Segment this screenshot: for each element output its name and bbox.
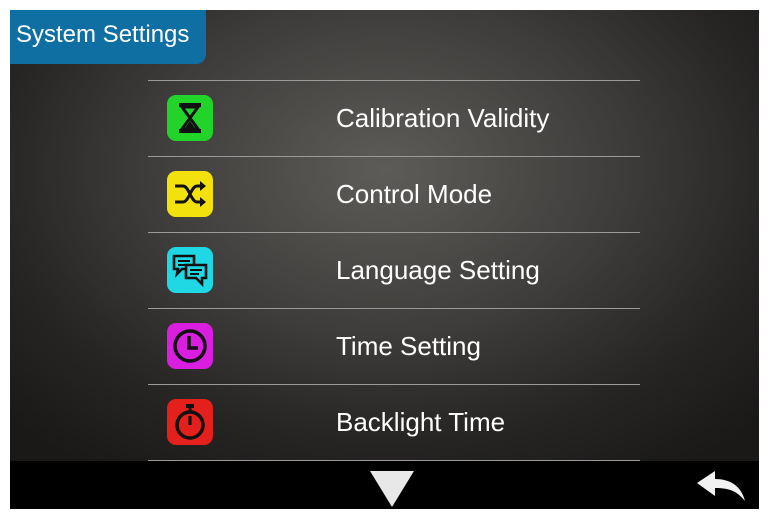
page-title: System Settings [10, 10, 206, 64]
back-arrow-icon[interactable] [695, 469, 747, 503]
menu-item-control-mode[interactable]: Control Mode [148, 157, 640, 232]
menu-item-label: Control Mode [336, 179, 493, 209]
clock-icon [167, 323, 213, 369]
menu-item-label: Language Setting [336, 255, 540, 285]
menu-item-time-setting[interactable]: Time Setting [148, 309, 640, 384]
settings-screen: System Settings Calibration Validity Con… [10, 10, 759, 509]
menu-item-language-setting[interactable]: Language Setting [148, 233, 640, 308]
menu-item-backlight-time[interactable]: Backlight Time [148, 385, 640, 460]
speech-bubbles-icon [167, 247, 213, 293]
menu-item-label: Calibration Validity [336, 103, 550, 133]
menu-item-label: Time Setting [336, 331, 481, 361]
down-triangle-icon[interactable] [370, 471, 414, 507]
stopwatch-icon [167, 399, 213, 445]
bottom-bar [10, 461, 759, 509]
shuffle-icon [167, 171, 213, 217]
settings-menu: Calibration Validity Control Mode Langua… [148, 80, 640, 461]
menu-item-calibration-validity[interactable]: Calibration Validity [148, 81, 640, 156]
hourglass-icon [167, 95, 213, 141]
menu-item-label: Backlight Time [336, 407, 506, 437]
